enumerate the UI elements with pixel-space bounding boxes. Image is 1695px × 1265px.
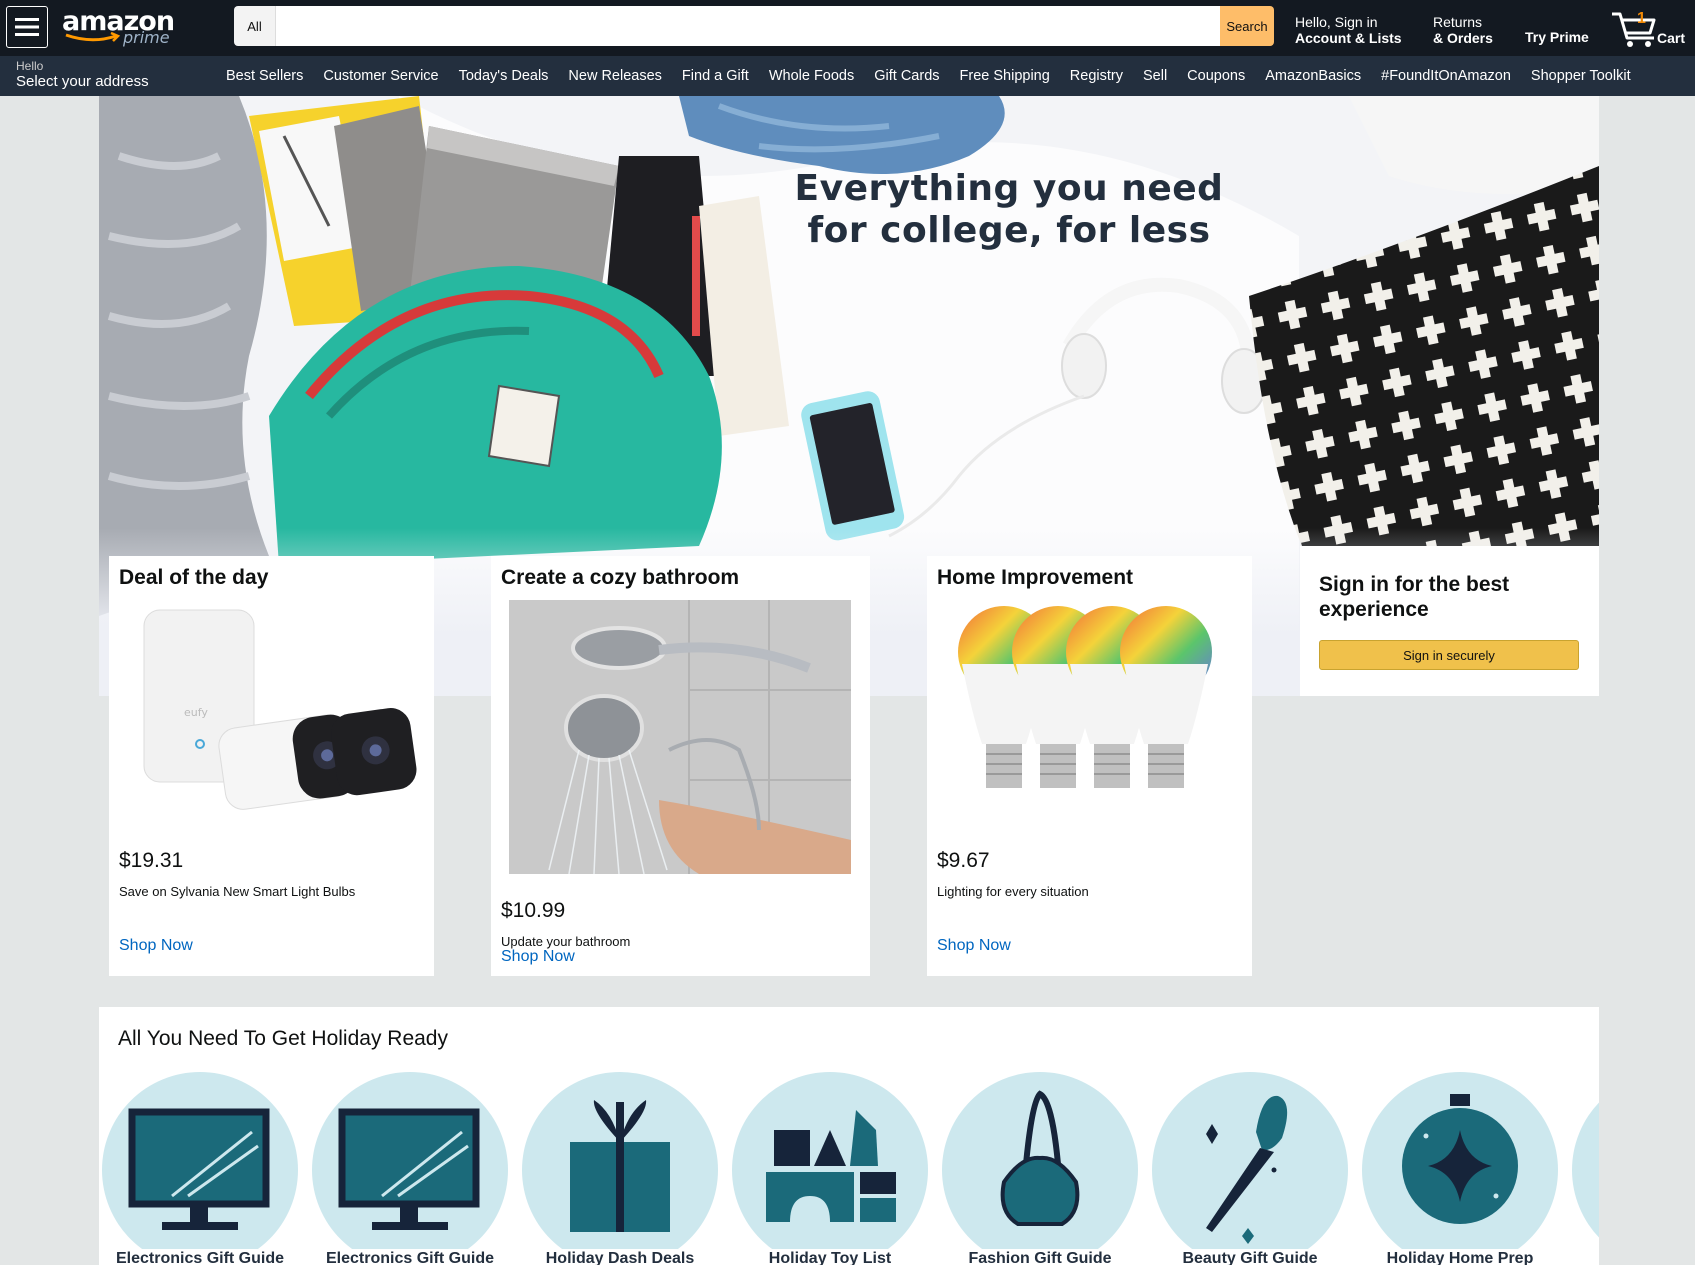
subnav-item-new-releases[interactable]: New Releases [558,68,672,84]
hero-headline-line2: for college, for less [807,210,1211,251]
returns-orders-link[interactable]: Returns & Orders [1433,14,1493,46]
cart-link[interactable]: 1 Cart [1610,6,1692,50]
card-description: Lighting for every situation [937,884,1089,899]
search-input[interactable] [276,6,1220,46]
subnav-item-founditonamazon[interactable]: #FoundItOnAmazon [1371,68,1521,84]
card-price: $19.31 [119,849,184,872]
card-title: Deal of the day [119,566,269,589]
holiday-item-holiday-toy-list[interactable]: Holiday Toy List [732,1072,928,1265]
makeup-brush-icon [1152,1072,1348,1265]
holiday-item-label: Holiday Dash Deals [522,1249,718,1265]
sign-in-securely-button[interactable]: Sign in securely [1319,640,1579,670]
cart-icon [1612,12,1656,47]
amazon-prime-logo[interactable]: amazon prime [60,6,180,48]
holiday-item-label: Beauty Gift Guide [1152,1249,1348,1265]
smart-light-bulbs-image[interactable] [952,604,1232,836]
cart-count-badge: 1 [1637,10,1646,27]
search-bar: All Search [234,6,1274,46]
shop-now-link[interactable]: Shop Now [937,937,1011,955]
holiday-item-label: Electronics Gift Guide [312,1249,508,1265]
subnav-item-todays-deals[interactable]: Today's Deals [449,68,559,84]
try-prime-link[interactable]: Try Prime [1525,29,1589,45]
top-nav-bar: amazon prime All Search Hello, Sign in A… [0,0,1695,56]
hero-headline: Everything you need for college, for les… [689,168,1329,252]
card-description: Update your bathroom [501,934,631,949]
svg-text:eufy: eufy [184,706,208,719]
account-greeting: Hello, Sign in [1295,14,1378,30]
account-lists-label: Account & Lists [1295,30,1402,46]
holiday-item-holiday-home-prep[interactable]: Holiday Home Prep [1362,1072,1558,1265]
tv-icon [102,1072,298,1265]
holiday-item-holiday-dash-deals[interactable]: Holiday Dash Deals [522,1072,718,1265]
signin-title: Sign in for the best experience [1319,573,1510,621]
handbag-icon [942,1072,1138,1265]
address-hello: Hello [16,59,44,73]
subnav-item-gift-cards[interactable]: Gift Cards [864,68,949,84]
section-title: All You Need To Get Holiday Ready [118,1027,448,1050]
search-category-dropdown[interactable]: All [234,6,276,46]
holiday-item-fashion-gift-guide[interactable]: Fashion Gift Guide [942,1072,1138,1265]
next-category-icon [1572,1072,1599,1265]
secondary-nav-bar: Hello Select your address Best Sellers C… [0,56,1695,96]
subnav-item-coupons[interactable]: Coupons [1177,68,1255,84]
signin-card: Sign in for the best experience Sign in … [1300,546,1599,696]
holiday-item-beauty-gift-guide[interactable]: Beauty Gift Guide [1152,1072,1348,1265]
subnav-links: Best Sellers Customer Service Today's De… [216,56,1641,96]
address-label: Select your address [16,73,149,90]
tv-icon [312,1072,508,1265]
hamburger-menu-button[interactable] [6,6,48,48]
holiday-ready-section: All You Need To Get Holiday Ready Electr… [99,1007,1599,1265]
holiday-item-label: Fashion Gift Guide [942,1249,1138,1265]
smile-arrow-icon [65,32,121,42]
logo-prime-text: prime [123,28,170,47]
card-title: Create a cozy bathroom [501,566,740,589]
subnav-item-best-sellers[interactable]: Best Sellers [216,68,313,84]
subnav-item-shopper-toolkit[interactable]: Shopper Toolkit [1521,68,1641,84]
shop-now-link[interactable]: Shop Now [501,948,575,966]
card-price: $10.99 [501,899,566,922]
orders-label: & Orders [1433,30,1493,46]
holiday-item-electronics-gift-guide-2[interactable]: Electronics Gift Guide [312,1072,508,1265]
subnav-item-find-a-gift[interactable]: Find a Gift [672,68,759,84]
holiday-item-next[interactable] [1572,1072,1599,1265]
ornament-icon [1362,1072,1558,1265]
shop-now-link[interactable]: Shop Now [119,937,193,955]
hamburger-icon [15,18,39,36]
hero-headline-line1: Everything you need [794,168,1224,209]
holiday-item-label: Electronics Gift Guide [102,1249,298,1265]
gift-box-icon [522,1072,718,1265]
search-button[interactable]: Search [1220,6,1274,46]
card-price: $9.67 [937,849,990,872]
card-home-improvement: Home Improvement $9.67 Lighting for ever… [927,556,1252,976]
delivery-address-selector[interactable]: Hello Select your address [16,59,149,91]
subnav-item-amazonbasics[interactable]: AmazonBasics [1255,68,1371,84]
holiday-item-electronics-gift-guide[interactable]: Electronics Gift Guide [102,1072,298,1265]
card-title: Home Improvement [937,566,1134,589]
toy-blocks-icon [732,1072,928,1265]
subnav-item-registry[interactable]: Registry [1060,68,1133,84]
shower-head-image[interactable] [509,600,851,874]
subnav-item-whole-foods[interactable]: Whole Foods [759,68,864,84]
holiday-item-label: Holiday Toy List [732,1249,928,1265]
card-description: Save on Sylvania New Smart Light Bulbs [119,884,356,899]
account-lists-link[interactable]: Hello, Sign in Account & Lists [1295,14,1402,46]
cart-label: Cart [1657,30,1686,46]
holiday-item-label: Holiday Home Prep [1362,1249,1558,1265]
security-camera-image[interactable]: eufy [124,604,424,836]
card-cozy-bathroom: Create a cozy bathroom $10.99 Update you… [491,556,870,976]
subnav-item-free-shipping[interactable]: Free Shipping [950,68,1060,84]
card-deal-of-the-day: Deal of the day eufy $19.31 Save on Sylv… [109,556,434,976]
subnav-item-customer-service[interactable]: Customer Service [313,68,448,84]
returns-label: Returns [1433,14,1483,30]
subnav-item-sell[interactable]: Sell [1133,68,1177,84]
